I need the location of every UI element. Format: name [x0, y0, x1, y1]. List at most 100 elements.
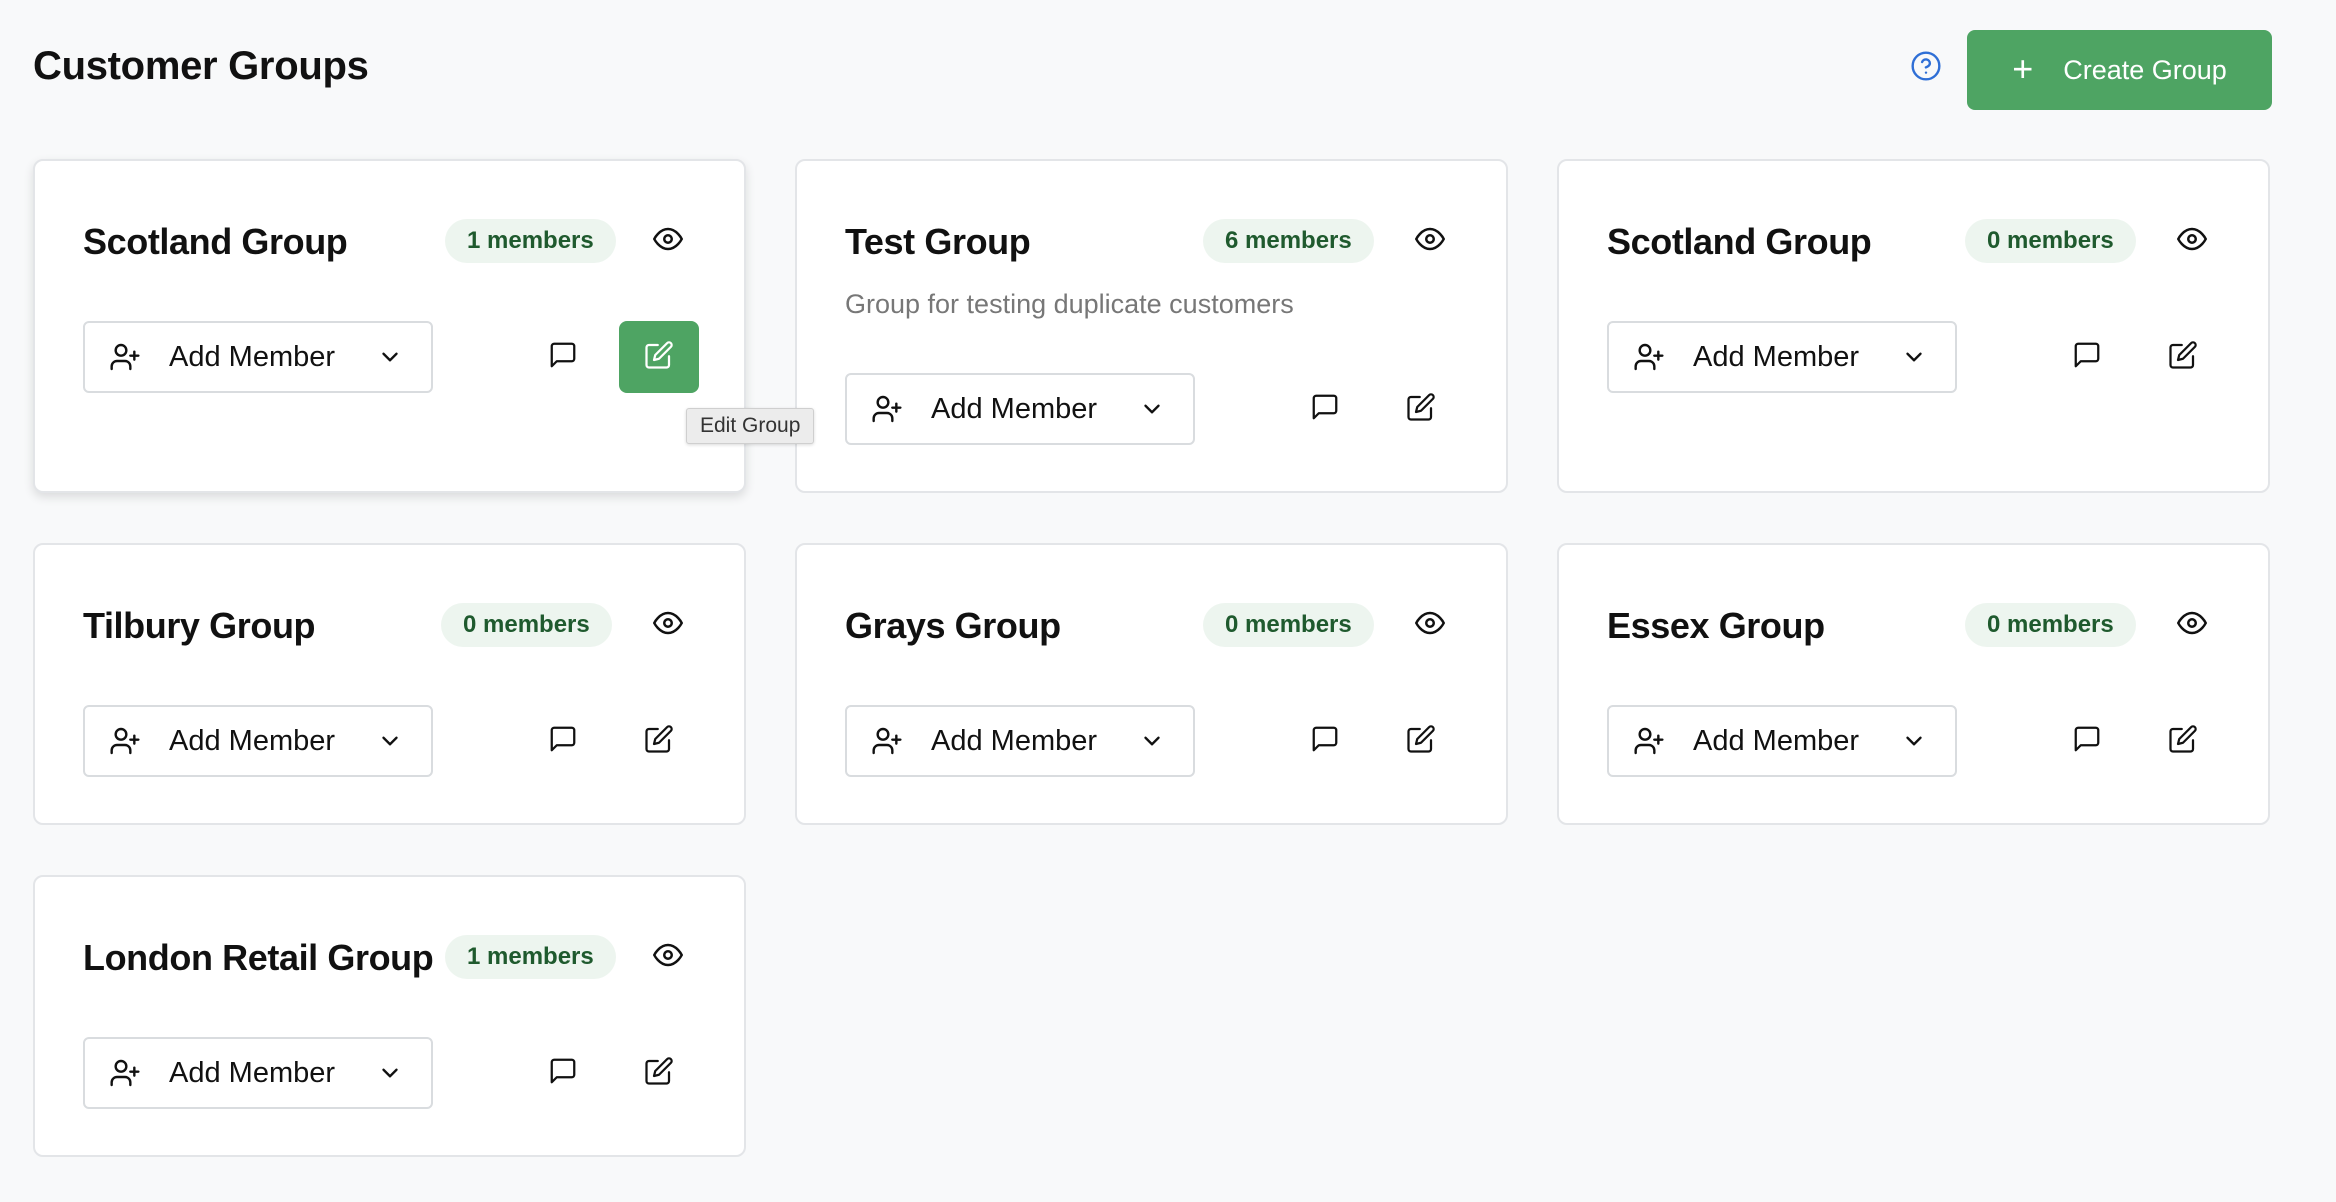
view-group-button[interactable] — [651, 940, 685, 974]
group-title: London Retail Group — [83, 937, 434, 978]
message-square-icon — [1310, 392, 1340, 427]
add-member-label: Add Member — [169, 340, 336, 373]
message-square-icon — [2072, 724, 2102, 759]
message-button[interactable] — [2047, 321, 2127, 393]
edit-group-button[interactable] — [2143, 321, 2223, 393]
group-title: Test Group — [845, 221, 1031, 262]
question-circle-icon — [1910, 50, 1942, 87]
user-plus-icon — [107, 723, 143, 759]
user-plus-icon — [869, 391, 905, 427]
chevron-down-icon — [1901, 344, 1927, 370]
plus-icon: + — [2012, 47, 2034, 89]
add-member-dropdown[interactable]: Add Member — [1607, 321, 1957, 393]
member-count-badge: 0 members — [441, 603, 612, 647]
chevron-down-icon — [1139, 396, 1165, 422]
message-square-icon — [2072, 340, 2102, 375]
help-button[interactable] — [1910, 50, 1942, 87]
edit-icon — [2168, 724, 2198, 759]
member-count-badge: 6 members — [1203, 219, 1374, 263]
message-square-icon — [548, 340, 578, 375]
edit-group-button[interactable] — [2143, 705, 2223, 777]
message-button[interactable] — [523, 321, 603, 393]
view-group-button[interactable] — [2175, 608, 2209, 642]
eye-icon — [1415, 608, 1445, 643]
eye-icon — [653, 940, 683, 975]
message-button[interactable] — [2047, 705, 2127, 777]
chevron-down-icon — [1901, 728, 1927, 754]
add-member-dropdown[interactable]: Add Member — [1607, 705, 1957, 777]
view-group-button[interactable] — [1413, 608, 1447, 642]
edit-icon — [644, 340, 674, 375]
user-plus-icon — [107, 1055, 143, 1091]
message-square-icon — [1310, 724, 1340, 759]
create-group-button[interactable]: + Create Group — [1967, 30, 2272, 110]
user-plus-icon — [1631, 339, 1667, 375]
view-group-button[interactable] — [651, 608, 685, 642]
edit-group-button[interactable] — [1381, 705, 1461, 777]
message-square-icon — [548, 1056, 578, 1091]
group-card: Test Group 6 members Group for testing d… — [795, 159, 1508, 493]
add-member-label: Add Member — [169, 1056, 336, 1089]
create-group-label: Create Group — [2063, 54, 2227, 85]
user-plus-icon — [869, 723, 905, 759]
add-member-dropdown[interactable]: Add Member — [845, 705, 1195, 777]
edit-icon — [1406, 392, 1436, 427]
group-card: Scotland Group 1 members Add Member — [33, 159, 746, 493]
message-button[interactable] — [1285, 705, 1365, 777]
edit-icon — [644, 724, 674, 759]
edit-group-button[interactable] — [619, 705, 699, 777]
message-button[interactable] — [1285, 373, 1365, 445]
message-square-icon — [548, 724, 578, 759]
group-card: London Retail Group 1 members Add Member — [33, 875, 746, 1157]
eye-icon — [653, 224, 683, 259]
chevron-down-icon — [377, 1060, 403, 1086]
member-count-badge: 1 members — [445, 935, 616, 979]
member-count-badge: 1 members — [445, 219, 616, 263]
eye-icon — [2177, 224, 2207, 259]
add-member-label: Add Member — [169, 724, 336, 757]
message-button[interactable] — [523, 705, 603, 777]
group-card: Scotland Group 0 members Add Member — [1557, 159, 2270, 493]
group-title: Scotland Group — [83, 221, 348, 262]
member-count-badge: 0 members — [1965, 219, 2136, 263]
view-group-button[interactable] — [1413, 224, 1447, 258]
edit-group-button[interactable] — [619, 321, 699, 393]
add-member-dropdown[interactable]: Add Member — [845, 373, 1195, 445]
add-member-label: Add Member — [1693, 724, 1860, 757]
chevron-down-icon — [377, 344, 403, 370]
group-card: Grays Group 0 members Add Member — [795, 543, 1508, 825]
add-member-label: Add Member — [1693, 340, 1860, 373]
add-member-label: Add Member — [931, 392, 1098, 425]
group-description: Group for testing duplicate customers — [845, 289, 1294, 319]
add-member-dropdown[interactable]: Add Member — [83, 705, 433, 777]
chevron-down-icon — [1139, 728, 1165, 754]
member-count-badge: 0 members — [1965, 603, 2136, 647]
group-title: Tilbury Group — [83, 605, 316, 646]
add-member-dropdown[interactable]: Add Member — [83, 321, 433, 393]
group-card: Essex Group 0 members Add Member — [1557, 543, 2270, 825]
eye-icon — [2177, 608, 2207, 643]
group-title: Scotland Group — [1607, 221, 1872, 262]
group-card: Tilbury Group 0 members Add Member — [33, 543, 746, 825]
message-button[interactable] — [523, 1037, 603, 1109]
add-member-label: Add Member — [931, 724, 1098, 757]
group-title: Grays Group — [845, 605, 1061, 646]
edit-icon — [1406, 724, 1436, 759]
eye-icon — [653, 608, 683, 643]
view-group-button[interactable] — [2175, 224, 2209, 258]
group-title: Essex Group — [1607, 605, 1825, 646]
edit-icon — [644, 1056, 674, 1091]
eye-icon — [1415, 224, 1445, 259]
member-count-badge: 0 members — [1203, 603, 1374, 647]
user-plus-icon — [107, 339, 143, 375]
page-title: Customer Groups — [33, 44, 369, 88]
edit-group-button[interactable] — [1381, 373, 1461, 445]
edit-group-button[interactable] — [619, 1037, 699, 1109]
user-plus-icon — [1631, 723, 1667, 759]
page: Customer Groups + Create Group Scotland … — [0, 0, 2336, 1202]
edit-group-tooltip: Edit Group — [686, 408, 815, 444]
chevron-down-icon — [377, 728, 403, 754]
edit-icon — [2168, 340, 2198, 375]
add-member-dropdown[interactable]: Add Member — [83, 1037, 433, 1109]
view-group-button[interactable] — [651, 224, 685, 258]
